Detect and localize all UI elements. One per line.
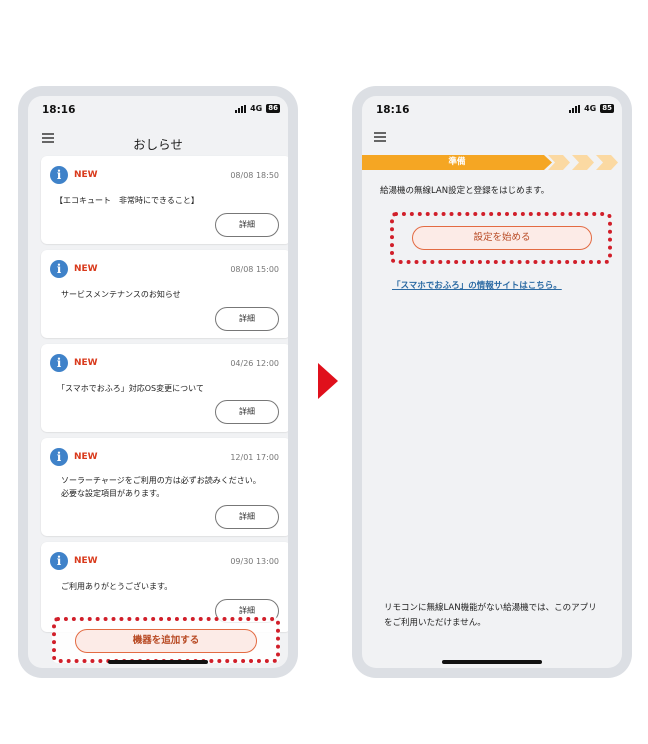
progress-step-pending xyxy=(572,155,594,170)
notice-card[interactable]: i NEW 08/08 15:00 サービスメンテナンスのお知らせ 詳細 xyxy=(41,250,288,338)
new-badge: NEW xyxy=(74,170,98,180)
detail-button[interactable]: 詳細 xyxy=(215,213,279,237)
notice-line: サービスメンテナンスのお知らせ xyxy=(61,290,181,299)
status-bar: 18:16 4G 86 xyxy=(28,96,288,118)
notice-text: サービスメンテナンスのお知らせ xyxy=(61,288,281,301)
status-icons: 4G 86 xyxy=(235,104,280,113)
new-badge: NEW xyxy=(74,452,98,462)
signal-icon xyxy=(235,104,247,113)
notice-text: ご利用ありがとうございます。 xyxy=(61,580,281,593)
right-phone-frame: 18:16 4G 85 準備 給湯機の無線LAN設定と登録をはじめます。 設定を… xyxy=(352,86,632,678)
notice-card[interactable]: i NEW 04/26 12:00 「スマホでおふろ」対応OS変更について 詳細 xyxy=(41,344,288,432)
add-device-highlight: 機器を追加する xyxy=(52,617,280,663)
info-icon: i xyxy=(50,448,68,466)
page-title: おしらせ xyxy=(133,137,183,152)
notice-card[interactable]: i NEW 12/01 17:00 ソーラーチャージをご利用の方は必ずお読みくだ… xyxy=(41,438,288,536)
setup-screen: 18:16 4G 85 準備 給湯機の無線LAN設定と登録をはじめます。 設定を… xyxy=(362,96,622,668)
home-indicator[interactable] xyxy=(442,660,542,664)
start-setup-highlight: 設定を始める xyxy=(390,212,612,264)
setup-progress: 準備 xyxy=(362,155,622,170)
notice-date: 08/08 15:00 xyxy=(230,265,279,274)
signal-icon xyxy=(569,104,581,113)
notice-text: 【エコキュート 非常時にできること】 xyxy=(55,194,281,207)
info-site-link[interactable]: 「スマホでおふろ」の情報サイトはこちら。 xyxy=(392,279,562,291)
info-icon: i xyxy=(50,260,68,278)
notice-date: 08/08 18:50 xyxy=(230,171,279,180)
progress-step-active: 準備 xyxy=(362,155,552,170)
left-phone-frame: 18:16 4G 86 おしらせ i NEW 08/08 18:50 【エコキュ… xyxy=(18,86,298,678)
progress-step-pending xyxy=(596,155,618,170)
new-badge: NEW xyxy=(74,358,98,368)
transition-arrow-icon xyxy=(318,363,338,399)
new-badge: NEW xyxy=(74,556,98,566)
footnote-text: リモコンに無線LAN機能がない給湯機では、このアプリをご利用いただけません。 xyxy=(384,603,597,628)
add-device-button[interactable]: 機器を追加する xyxy=(75,629,257,653)
home-indicator[interactable] xyxy=(108,660,208,664)
battery-icon: 86 xyxy=(266,104,280,113)
info-icon: i xyxy=(50,354,68,372)
start-setup-button[interactable]: 設定を始める xyxy=(412,226,592,250)
notice-line: 「スマホでおふろ」対応OS変更について xyxy=(57,384,204,393)
status-bar: 18:16 4G 85 xyxy=(362,96,622,118)
detail-button[interactable]: 詳細 xyxy=(215,400,279,424)
notice-line: 必要な設定項目があります。 xyxy=(61,489,165,498)
status-icons: 4G 85 xyxy=(569,104,614,113)
notices-screen: 18:16 4G 86 おしらせ i NEW 08/08 18:50 【エコキュ… xyxy=(28,96,288,668)
notice-text: ソーラーチャージをご利用の方は必ずお読みください。 必要な設定項目があります。 xyxy=(61,474,281,500)
info-icon: i xyxy=(50,166,68,184)
network-label: 4G xyxy=(250,104,263,113)
status-time: 18:16 xyxy=(376,104,410,116)
status-time: 18:16 xyxy=(42,104,76,116)
new-badge: NEW xyxy=(74,264,98,274)
notice-line: 【エコキュート 非常時にできること】 xyxy=(55,196,199,205)
detail-button[interactable]: 詳細 xyxy=(215,307,279,331)
notice-line: ソーラーチャージをご利用の方は必ずお読みください。 xyxy=(61,476,261,485)
notice-date: 04/26 12:00 xyxy=(230,359,279,368)
detail-button[interactable]: 詳細 xyxy=(215,505,279,529)
hamburger-menu-icon[interactable] xyxy=(374,132,386,142)
battery-icon: 85 xyxy=(600,104,614,113)
notice-text: 「スマホでおふろ」対応OS変更について xyxy=(57,382,281,395)
network-label: 4G xyxy=(584,104,597,113)
notice-card[interactable]: i NEW 08/08 18:50 【エコキュート 非常時にできること】 詳細 xyxy=(41,156,288,244)
notice-date: 09/30 13:00 xyxy=(230,557,279,566)
notice-date: 12/01 17:00 xyxy=(230,453,279,462)
notice-line: ご利用ありがとうございます。 xyxy=(61,582,173,591)
intro-text: 給湯機の無線LAN設定と登録をはじめます。 xyxy=(380,186,550,196)
info-icon: i xyxy=(50,552,68,570)
